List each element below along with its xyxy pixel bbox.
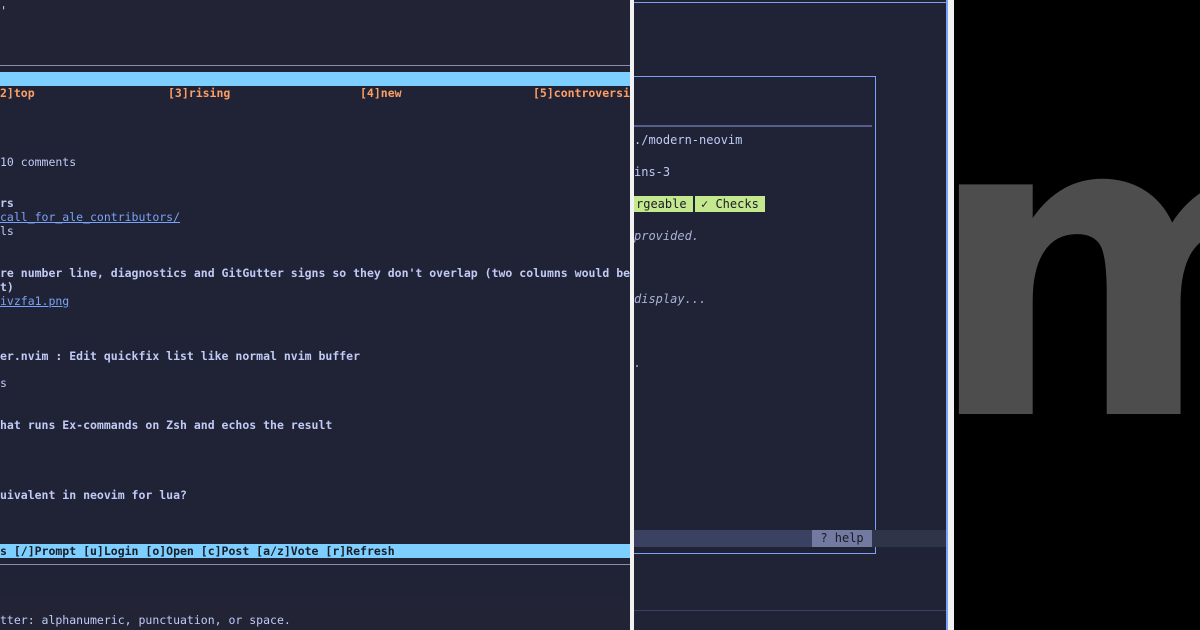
tab-new[interactable]: [4]new	[360, 86, 402, 100]
post-title[interactable]: uivalent in neovim for lua?	[0, 488, 187, 502]
post-link[interactable]: ivzfa1.png	[0, 294, 69, 308]
frame-header-rule	[634, 125, 872, 127]
command-line-message: tter: alphanumeric, punctuation, or spac…	[0, 613, 291, 627]
divider-line	[0, 65, 630, 66]
tab-highlight-bar	[0, 72, 630, 86]
github-terminal-pane: ./modern-neovim ins-3 rgeable ✓ Checks p…	[634, 0, 948, 630]
post-title-cont[interactable]: t)	[0, 280, 14, 294]
divider-line	[0, 564, 630, 565]
tab-rising[interactable]: [3]rising	[168, 86, 230, 100]
loading-message: display...	[634, 292, 707, 306]
header-fragment: '	[0, 4, 8, 18]
reddit-terminal-pane: ' 2]top [3]rising [4]new [5]controversia…	[0, 0, 630, 630]
tab-controversial[interactable]: [5]controversia	[533, 86, 630, 100]
post-title[interactable]: er.nvim : Edit quickfix list like normal…	[0, 349, 360, 363]
mergeable-badge: rgeable	[634, 196, 693, 212]
tab-top[interactable]: 2]top	[0, 86, 35, 100]
loading-dot: .	[634, 356, 642, 370]
post-title[interactable]: re number line, diagnostics and GitGutte…	[0, 266, 630, 280]
window-border-bottom	[634, 610, 948, 611]
branch-name: ins-3	[634, 165, 671, 179]
brand-logo-letter: m	[954, 25, 1200, 514]
keybinding-status-bar: s [/]Prompt [u]Login [o]Open [c]Post [a/…	[0, 544, 630, 558]
post-meta: s	[0, 376, 7, 390]
post-link[interactable]: call_for_ale_contributors/	[0, 210, 180, 224]
post-meta: ls	[0, 224, 14, 238]
terminal-header-area: '	[0, 0, 630, 66]
post-title[interactable]: hat runs Ex-commands on Zsh and echos th…	[0, 418, 332, 432]
logo-panel: m	[954, 0, 1200, 630]
repo-path[interactable]: ./modern-neovim	[634, 133, 742, 147]
status-bar-fill	[634, 530, 812, 547]
pane-status-bar: ? help	[634, 530, 946, 547]
pr-description: provided.	[634, 229, 700, 243]
post-title[interactable]: rs	[0, 196, 14, 210]
checks-badge[interactable]: ✓ Checks	[695, 196, 765, 212]
window-border-top	[634, 2, 948, 3]
sort-tabs: 2]top [3]rising [4]new [5]controversia	[0, 86, 630, 100]
pr-detail-frame	[634, 76, 876, 554]
post-comment-count: 10 comments	[0, 155, 77, 169]
help-button[interactable]: ? help	[812, 530, 872, 547]
